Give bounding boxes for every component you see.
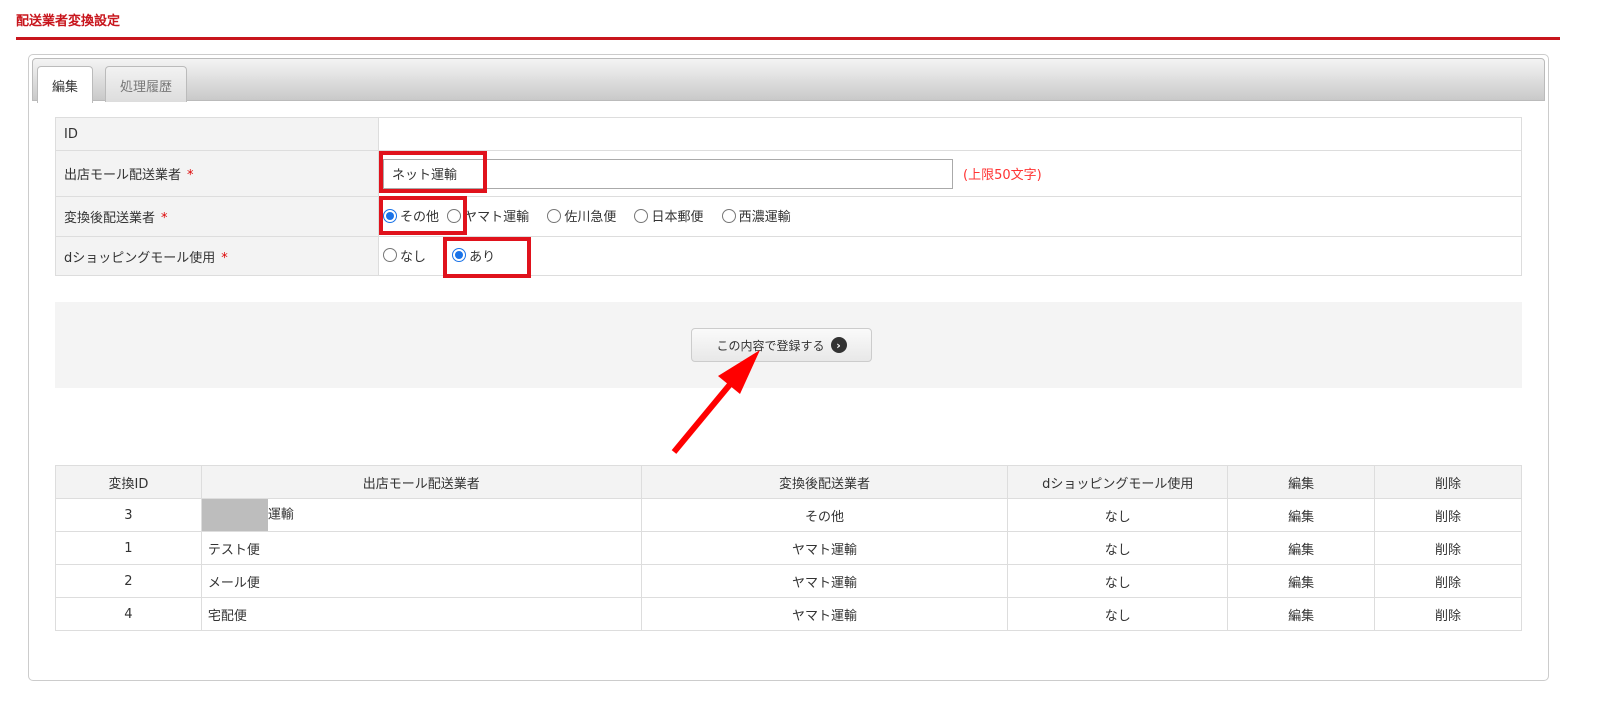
- cell-mall: 運輸: [267, 507, 294, 523]
- col-header: 変換ID: [55, 465, 202, 499]
- delete-link[interactable]: 削除: [1374, 531, 1522, 565]
- radio-button[interactable]: [634, 208, 649, 223]
- cell-mall: 宅配便: [200, 597, 642, 631]
- table-row: 1 テスト便 ヤマト運輸 なし 編集 削除: [55, 531, 1522, 565]
- id-value: [378, 117, 1522, 151]
- cell-converted: その他: [640, 498, 1009, 532]
- table-row: 2 メール便 ヤマト運輸 なし 編集 削除: [55, 564, 1522, 598]
- delete-link[interactable]: 削除: [1374, 597, 1522, 631]
- edit-form: ID 出店モール配送業者* (上限50文字) 変換後配送業者* その他 ヤマト運…: [55, 117, 1522, 276]
- radio-japanpost[interactable]: 日本郵便: [634, 206, 703, 225]
- chevron-right-icon: ›: [830, 337, 847, 353]
- cell-id: 1: [55, 531, 202, 565]
- edit-link[interactable]: 編集: [1227, 531, 1376, 565]
- cell-dshopping: なし: [1007, 531, 1229, 565]
- highlight-box: [443, 237, 531, 278]
- redacted-block: [201, 499, 268, 531]
- col-header: dショッピングモール使用: [1007, 465, 1229, 499]
- annotation-arrow-icon: [671, 350, 760, 454]
- cell-id: 2: [55, 564, 202, 598]
- highlight-box: [379, 196, 467, 235]
- delete-link[interactable]: 削除: [1374, 564, 1522, 598]
- radio-sagawa[interactable]: 佐川急便: [547, 206, 616, 225]
- edit-link[interactable]: 編集: [1227, 564, 1376, 598]
- title-divider: [16, 37, 1560, 40]
- radio-dshopping-no[interactable]: なし: [383, 246, 426, 265]
- page-title: 配送業者変換設定: [16, 14, 121, 29]
- dshopping-label: dショッピングモール使用: [64, 250, 216, 266]
- mall-carrier-label: 出店モール配送業者: [64, 168, 182, 183]
- col-header: 削除: [1374, 465, 1522, 499]
- cell-dshopping: なし: [1007, 564, 1229, 598]
- cell-mall: メール便: [200, 564, 642, 598]
- radio-button[interactable]: [547, 208, 562, 223]
- cell-id: 3: [55, 498, 202, 532]
- cell-dshopping: なし: [1007, 597, 1229, 631]
- tab-edit[interactable]: 編集: [37, 66, 94, 103]
- required-mark: *: [221, 250, 228, 266]
- edit-link[interactable]: 編集: [1227, 597, 1376, 631]
- table-row: 3 運輸 その他 なし 編集 削除: [55, 498, 1522, 532]
- col-header: 出店モール配送業者: [200, 465, 642, 499]
- cell-id: 4: [55, 597, 202, 631]
- char-limit-hint: (上限50文字): [963, 168, 1042, 183]
- tab-history[interactable]: 処理履歴: [105, 66, 188, 102]
- id-label: ID: [64, 126, 78, 142]
- cell-converted: ヤマト運輸: [640, 597, 1009, 631]
- cell-dshopping: なし: [1007, 498, 1229, 532]
- cell-mall: テスト便: [200, 531, 642, 565]
- carrier-list-table: 変換ID 出店モール配送業者 変換後配送業者 dショッピングモール使用 編集 削…: [55, 465, 1522, 631]
- cell-converted: ヤマト運輸: [640, 564, 1009, 598]
- radio-button[interactable]: [721, 208, 736, 223]
- cell-converted: ヤマト運輸: [640, 531, 1009, 565]
- required-mark: *: [187, 168, 194, 183]
- tab-bar: 編集 処理履歴: [32, 58, 1545, 103]
- required-mark: *: [161, 211, 168, 226]
- highlight-box: [379, 151, 487, 193]
- radio-seino[interactable]: 西濃運輸: [721, 206, 791, 225]
- table-row: 4 宅配便 ヤマト運輸 なし 編集 削除: [55, 597, 1522, 631]
- col-header: 変換後配送業者: [640, 465, 1009, 499]
- converted-carrier-label: 変換後配送業者: [64, 211, 156, 226]
- delete-link[interactable]: 削除: [1374, 498, 1522, 532]
- edit-link[interactable]: 編集: [1227, 498, 1376, 532]
- radio-button[interactable]: [383, 248, 397, 263]
- col-header: 編集: [1227, 465, 1376, 499]
